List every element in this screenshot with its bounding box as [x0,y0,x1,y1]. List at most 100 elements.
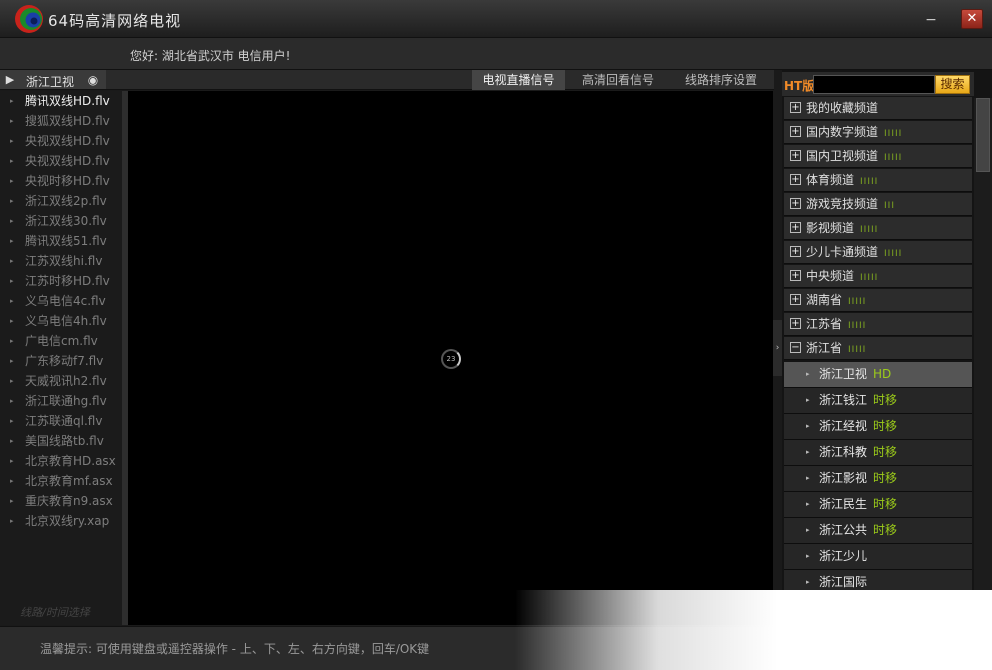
route-list-item[interactable]: ▸ 搜狐双线HD.flv [0,111,122,131]
bullet-icon: ▸ [10,477,14,485]
route-list-item[interactable]: ▸ 天威视讯h2.flv [0,371,122,391]
category-item[interactable]: + 游戏竞技频道 III [784,193,972,216]
expand-icon[interactable]: + [790,150,801,161]
channel-item[interactable]: ▸ 浙江民生 时移 [784,492,972,518]
channel-item[interactable]: ▸ 浙江卫视 HD [784,362,972,388]
bullet-icon: ▸ [806,526,810,534]
scrollbar-thumb[interactable] [976,98,990,172]
expand-icon[interactable]: + [790,174,801,185]
category-name: 浙江省 [806,341,843,355]
bullet-icon: ▸ [10,197,14,205]
route-list-item[interactable]: ▸ 北京双线ry.xap [0,511,122,531]
tab-live-signal[interactable]: 电视直播信号 [472,70,565,90]
category-item[interactable]: + 体育频道 IIIII [784,169,972,192]
route-list-item[interactable]: ▸ 腾讯双线HD.flv [0,91,122,111]
route-list-item[interactable]: ▸ 江苏联通ql.flv [0,411,122,431]
expand-icon[interactable]: + [790,198,801,209]
category-item[interactable]: + 国内卫视频道 IIIII [784,145,972,168]
channel-item[interactable]: ▸ 浙江公共 时移 [784,518,972,544]
route-list-item[interactable]: ▸ 北京教育mf.asx [0,471,122,491]
category-name: 国内数字频道 [806,125,879,139]
route-list-item[interactable]: ▸ 美国线路tb.flv [0,431,122,451]
expand-icon[interactable]: + [790,126,801,137]
category-item[interactable]: + 少儿卡通频道 IIIII [784,241,972,264]
expand-icon[interactable]: + [790,222,801,233]
route-list-item[interactable]: ▸ 浙江双线30.flv [0,211,122,231]
expand-icon[interactable]: + [790,294,801,305]
category-item[interactable]: + 中央频道 IIIII [784,265,972,288]
channel-item[interactable]: ▸ 浙江影视 时移 [784,466,972,492]
category-name: 中央频道 [806,269,855,283]
route-list-item[interactable]: ▸ 广东移动f7.flv [0,351,122,371]
app-logo-icon [15,5,43,33]
category-item[interactable]: + 湖南省 IIIII [784,289,972,312]
channel-name: 浙江民生 [819,497,868,511]
expand-icon[interactable]: + [790,318,801,329]
chevron-right-icon[interactable]: ▶ [2,72,18,88]
greeting-text: 您好: 湖北省武汉市 电信用户! [130,49,291,63]
channel-item[interactable]: ▸ 浙江经视 时移 [784,414,972,440]
route-label: 江苏时移HD.flv [25,274,110,288]
bullet-icon: ▸ [10,377,14,385]
search-input[interactable] [813,75,935,94]
route-list-item[interactable]: ▸ 北京教育HD.asx [0,451,122,471]
category-item[interactable]: + 国内数字频道 IIIII [784,121,972,144]
eye-icon[interactable]: ◉ [84,73,102,87]
route-label: 重庆教育n9.asx [25,494,113,508]
bullet-icon: ▸ [10,497,14,505]
bullet-icon: ▸ [10,517,14,525]
route-list-item[interactable]: ▸ 江苏双线hi.flv [0,251,122,271]
channel-item[interactable]: ▸ 浙江科教 时移 [784,440,972,466]
route-list-item[interactable]: ▸ 央视时移HD.flv [0,171,122,191]
channel-name: 浙江经视 [819,419,868,433]
close-button[interactable]: ✕ [961,9,983,29]
current-channel-label: 浙江卫视 [26,75,75,89]
expand-icon[interactable]: + [790,270,801,281]
bullet-icon: ▸ [806,396,810,404]
category-label: 少儿卡通频道 IIIII [806,241,902,265]
bullet-icon: ▸ [10,317,14,325]
expand-icon[interactable]: + [790,246,801,257]
route-list-item[interactable]: ▸ 央视双线HD.flv [0,131,122,151]
route-label: 浙江双线2p.flv [25,194,107,208]
tab-route-sort[interactable]: 线路排序设置 [671,70,771,90]
channel-name: 浙江少儿 [819,549,868,563]
bullet-icon: ▸ [806,474,810,482]
channel-label: 浙江经视 时移 [819,414,897,439]
route-label: 央视双线HD.flv [25,134,110,148]
category-item[interactable]: + 江苏省 IIIII [784,313,972,336]
expand-icon[interactable]: + [790,102,801,113]
route-label: 北京双线ry.xap [25,514,110,528]
route-list-item[interactable]: ▸ 义乌电信4c.flv [0,291,122,311]
route-list-item[interactable]: ▸ 浙江联通hg.flv [0,391,122,411]
tab-replay-signal[interactable]: 高清回看信号 [571,70,665,90]
route-list-item[interactable]: ▸ 重庆教育n9.asx [0,491,122,511]
route-list-item[interactable]: ▸ 浙江双线2p.flv [0,191,122,211]
white-fade-overlay [515,590,992,670]
greeting-bar: 您好: 湖北省武汉市 电信用户! [0,38,992,70]
bullet-icon: ▸ [10,437,14,445]
route-list-item[interactable]: ▸ 义乌电信4h.flv [0,311,122,331]
route-label: 广电信cm.flv [25,334,98,348]
route-list-item[interactable]: ▸ 广电信cm.flv [0,331,122,351]
channel-tag: 时移 [873,497,898,511]
route-label: 天威视讯h2.flv [25,374,107,388]
bullet-icon: ▸ [806,448,810,456]
route-list-item[interactable]: ▸ 央视双线HD.flv [0,151,122,171]
channel-item[interactable]: ▸ 浙江钱江 时移 [784,388,972,414]
bullet-icon: ▸ [10,277,14,285]
category-item[interactable]: + 我的收藏频道 [784,97,972,120]
category-item[interactable]: + 影视频道 IIIII [784,217,972,240]
collapse-icon[interactable]: − [790,342,801,353]
route-list-item[interactable]: ▸ 江苏时移HD.flv [0,271,122,291]
route-list-item[interactable]: ▸ 腾讯双线51.flv [0,231,122,251]
search-button[interactable]: 搜索 [935,75,970,94]
collapse-panel-handle[interactable]: › [773,320,782,376]
route-label: 广东移动f7.flv [25,354,104,368]
category-item[interactable]: − 浙江省 IIIII [784,337,972,360]
channel-item[interactable]: ▸ 浙江少儿 [784,544,972,570]
channel-name: 浙江国际 [819,575,868,589]
category-name: 游戏竞技频道 [806,197,879,211]
category-label: 体育频道 IIIII [806,169,878,193]
minimize-button[interactable]: − [920,10,942,30]
